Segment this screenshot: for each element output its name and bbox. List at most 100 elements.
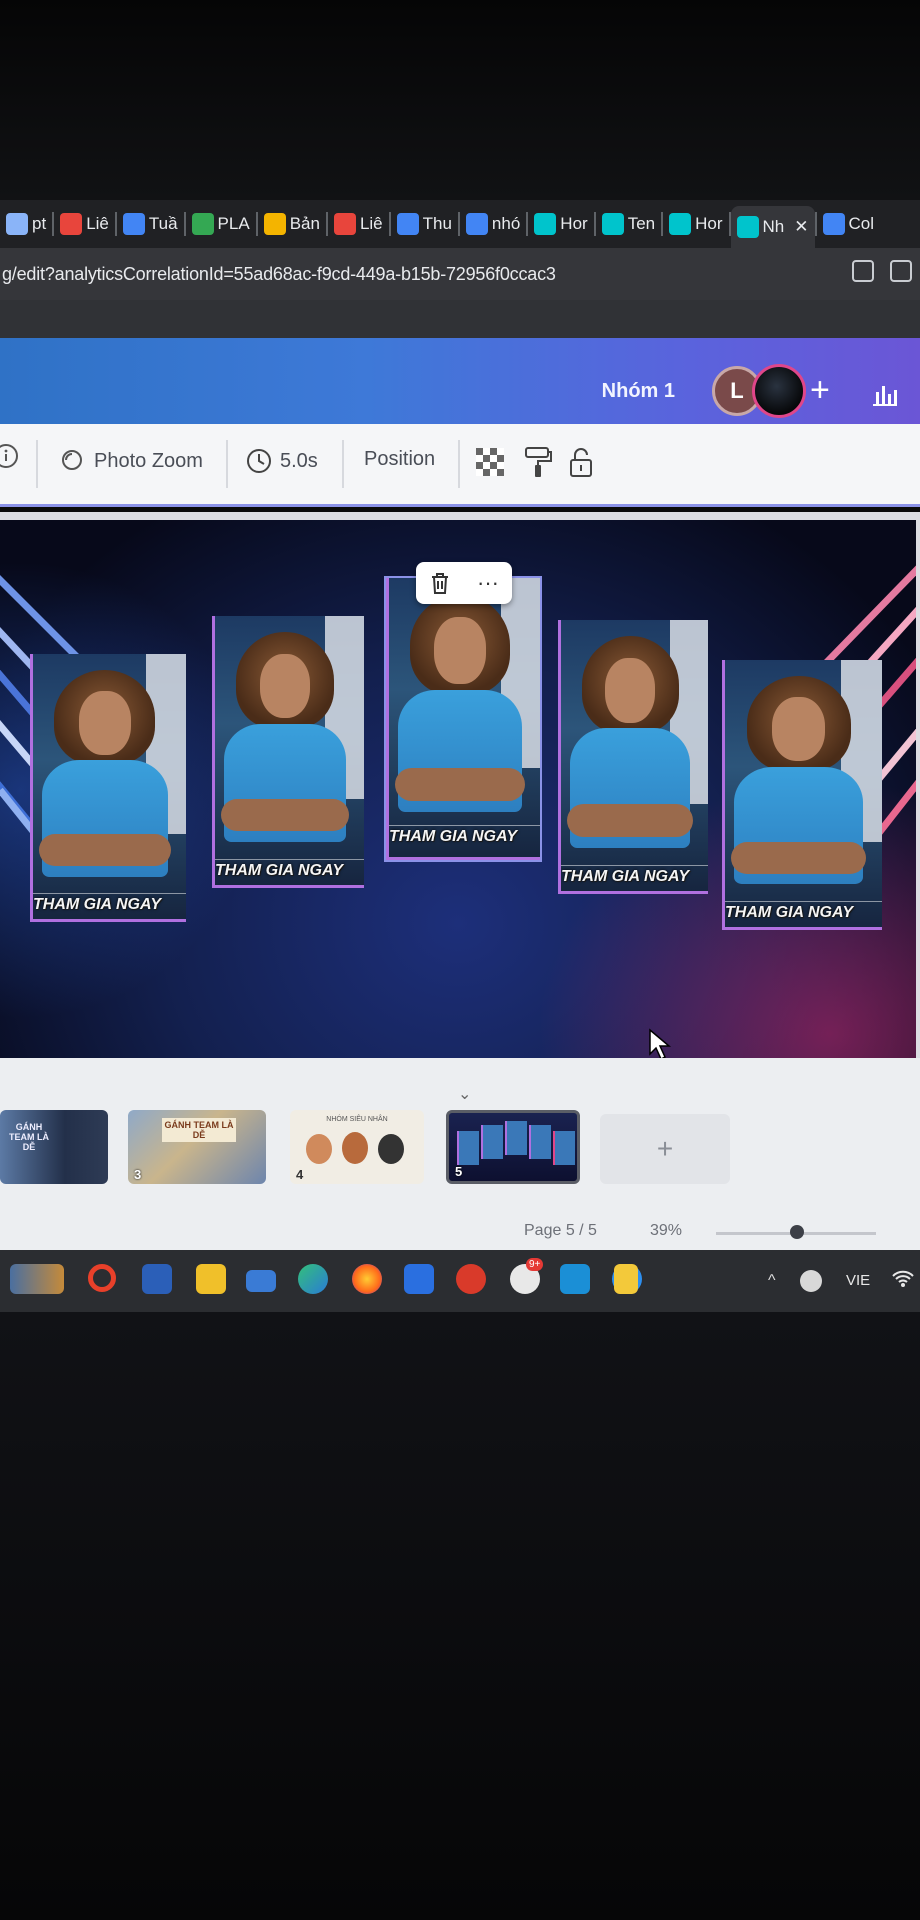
slides-icon: [263, 213, 286, 235]
browser-tab[interactable]: Liê: [54, 207, 115, 241]
toolbar-divider: [458, 440, 460, 488]
docs-icon: [465, 213, 488, 235]
more-options-button[interactable]: ···: [477, 570, 499, 596]
toolbar-divider: [342, 440, 344, 488]
transparency-icon[interactable]: [476, 448, 504, 476]
page-thumbnail[interactable]: GÁNH TEAM LÀ DỄ 3: [128, 1110, 266, 1184]
photo-card-selected[interactable]: THAM GIA NGAY: [384, 576, 542, 862]
network-sync-icon[interactable]: [800, 1270, 822, 1292]
page-number: 3: [134, 1167, 142, 1182]
thumbnail-title: GÁNH TEAM LÀ DỄ: [162, 1118, 236, 1142]
opera-icon[interactable]: [88, 1264, 116, 1292]
lock-icon[interactable]: [568, 446, 594, 478]
top-bezel: [0, 0, 920, 200]
mail-icon[interactable]: [246, 1270, 276, 1292]
tab-title: pt: [32, 214, 47, 233]
page-thumbnail-active[interactable]: 5: [446, 1110, 580, 1184]
page-thumbnail[interactable]: GÁNH TEAM LÀ DỄ: [0, 1110, 108, 1184]
photo-zoom-icon: [62, 450, 82, 470]
browser-tab[interactable]: Ten: [596, 207, 661, 241]
app-icon[interactable]: [560, 1264, 590, 1294]
photo-card[interactable]: THAM GIA NGAY: [30, 654, 186, 922]
drive-icon: [122, 213, 145, 235]
mouse-cursor-icon: [649, 1028, 672, 1061]
tab-title: Thu: [422, 214, 452, 233]
avatar[interactable]: [752, 364, 806, 418]
chevron-down-icon[interactable]: ⌄: [458, 1084, 471, 1104]
cta-text: THAM GIA NGAY: [215, 858, 364, 880]
page-thumbnail[interactable]: NHÓM SIÊU NHÂN 4: [290, 1110, 424, 1184]
firefox-icon[interactable]: [352, 1264, 382, 1294]
paint-roller-icon[interactable]: [524, 446, 552, 478]
share-icon[interactable]: [852, 260, 874, 282]
browser-tab[interactable]: Hor: [663, 207, 728, 241]
browser-tab[interactable]: Bản: [258, 207, 326, 241]
browser-tab[interactable]: pt: [0, 207, 52, 241]
app-thumbnail-icon[interactable]: [10, 1264, 64, 1294]
edge-icon[interactable]: [298, 1264, 328, 1294]
file-explorer-icon[interactable]: [196, 1264, 226, 1294]
position-button[interactable]: Position: [364, 448, 435, 471]
toolbar-divider: [226, 440, 228, 488]
url-text[interactable]: g/edit?analyticsCorrelationId=55ad68ac-f…: [0, 264, 556, 285]
browser-content-top: [0, 300, 920, 340]
keyboard-area: [0, 1312, 920, 1920]
photo-zoom-label: Photo Zoom: [94, 449, 203, 472]
heart-icon: [822, 213, 845, 235]
address-bar[interactable]: g/edit?analyticsCorrelationId=55ad68ac-f…: [0, 248, 920, 300]
flower-icon: [333, 213, 356, 235]
chevron-up-icon[interactable]: ^: [768, 1272, 776, 1290]
notes-icon[interactable]: [614, 1264, 638, 1294]
zoom-slider-handle[interactable]: [790, 1225, 804, 1239]
zoom-value[interactable]: 39%: [650, 1222, 682, 1240]
canva-icon: [669, 213, 692, 235]
tab-title: Col: [848, 214, 875, 233]
photo-card[interactable]: THAM GIA NGAY: [558, 620, 708, 894]
tab-title: Tuầ: [148, 214, 178, 233]
canva-icon: [601, 213, 624, 235]
browser-tab[interactable]: Thu: [391, 207, 458, 241]
info-icon[interactable]: [0, 442, 24, 470]
photo-card[interactable]: THAM GIA NGAY: [722, 660, 882, 930]
thumbnail-title: GÁNH TEAM LÀ DỄ: [9, 1122, 49, 1152]
notification-badge: 9+: [526, 1258, 544, 1271]
tab-title: Liê: [86, 214, 109, 233]
canva-icon: [736, 216, 759, 238]
wifi-icon[interactable]: [892, 1270, 914, 1288]
cta-text: THAM GIA NGAY: [389, 824, 540, 846]
photo-zoom-button[interactable]: Photo Zoom: [60, 448, 203, 474]
drive-icon: [396, 213, 419, 235]
team-name[interactable]: Nhóm 1: [602, 380, 675, 403]
browser-tab[interactable]: Col: [817, 207, 881, 241]
dropbox-icon[interactable]: [404, 1264, 434, 1294]
thumbnail-title: NHÓM SIÊU NHÂN: [326, 1116, 388, 1123]
page-indicator[interactable]: Page 5 / 5: [524, 1222, 597, 1240]
browser-tab[interactable]: Hor: [528, 207, 593, 241]
language-indicator[interactable]: VIE: [846, 1272, 870, 1289]
sheets-icon: [191, 213, 214, 235]
photo-card[interactable]: THAM GIA NGAY: [212, 616, 364, 888]
browser-tab[interactable]: Liê: [328, 207, 389, 241]
tab-title: Nh: [762, 217, 785, 236]
word-icon[interactable]: [142, 1264, 172, 1294]
trash-icon[interactable]: [429, 571, 451, 595]
close-tab-icon[interactable]: ✕: [794, 217, 808, 237]
browser-tab[interactable]: nhó: [460, 207, 526, 241]
screenshot-icon[interactable]: [890, 260, 912, 282]
cta-text: THAM GIA NGAY: [725, 900, 882, 922]
toolbar-divider: [36, 440, 38, 488]
analytics-icon[interactable]: [870, 378, 900, 408]
tab-title: Hor: [695, 214, 723, 233]
tab-title: Hor: [560, 214, 588, 233]
add-page-button[interactable]: +: [600, 1114, 730, 1184]
browser-tab[interactable]: Nh ✕: [730, 206, 815, 248]
flower-icon: [60, 213, 83, 235]
office-icon[interactable]: [456, 1264, 486, 1294]
duration-button[interactable]: 5.0s: [246, 448, 318, 474]
position-label: Position: [364, 448, 436, 470]
browser-tab[interactable]: PLA: [186, 207, 256, 241]
browser-tab[interactable]: Tuầ: [117, 207, 184, 241]
tab-title: Ten: [627, 214, 656, 233]
add-member-button[interactable]: +: [810, 372, 830, 408]
element-floating-menu: ···: [416, 562, 512, 604]
